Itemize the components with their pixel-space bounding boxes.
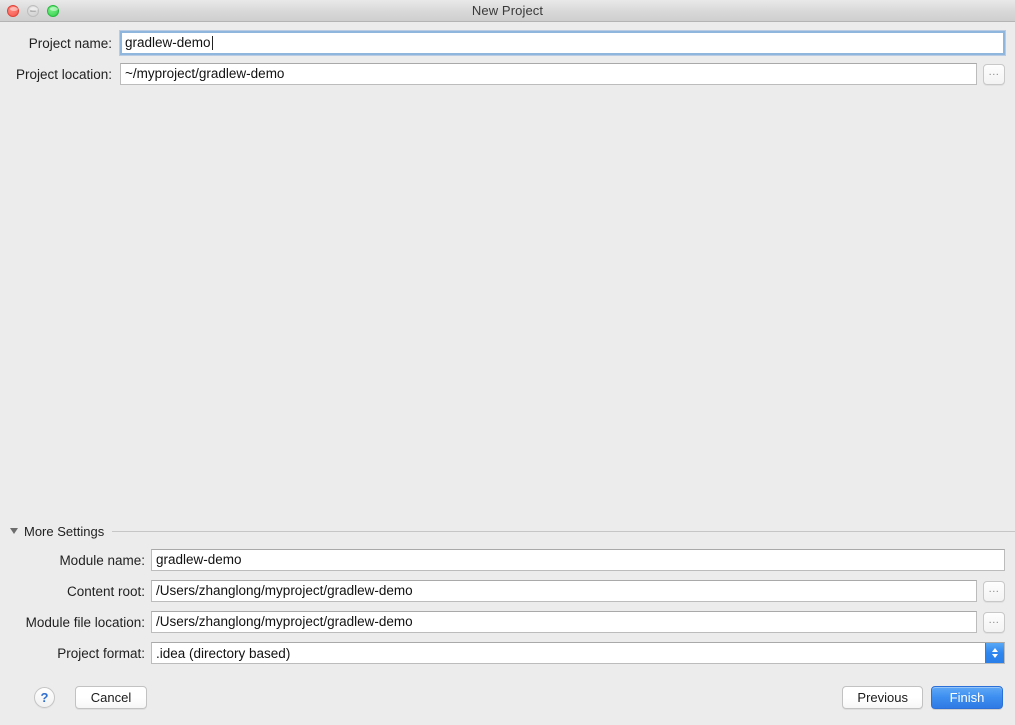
maximize-window-button[interactable]: [47, 4, 59, 17]
module-name-label: Module name:: [59, 552, 145, 568]
dialog-empty-area: [0, 93, 1015, 521]
footer-actions: Previous Finish: [842, 685, 1003, 709]
content-root-label: Content root:: [66, 583, 145, 599]
window-titlebar: New Project: [0, 0, 1015, 22]
module-name-input[interactable]: gradlew-demo: [151, 549, 1005, 571]
updown-chevron-icon: [985, 643, 1004, 663]
content-root-browse-button[interactable]: ...: [983, 580, 1005, 602]
minimize-window-button[interactable]: [27, 4, 39, 17]
module-name-value: gradlew-demo: [156, 552, 242, 567]
primary-form: Project name: gradlew-demo Project locat…: [0, 22, 1015, 93]
project-name-value: gradlew-demo: [125, 35, 211, 50]
project-format-row: Project format: .idea (directory based): [0, 642, 1005, 664]
module-file-location-row: Module file location: /Users/zhanglong/m…: [0, 611, 1005, 633]
window-controls: [7, 0, 59, 21]
chevron-down-icon: [10, 528, 18, 534]
module-file-location-browse-button[interactable]: ...: [983, 611, 1005, 633]
dialog-footer: ? Cancel Previous Finish: [0, 673, 1015, 725]
content-root-row: Content root: /Users/zhanglong/myproject…: [0, 580, 1005, 602]
content-root-value: /Users/zhanglong/myproject/gradlew-demo: [156, 583, 413, 598]
chevron-down-glyph: [992, 654, 998, 658]
text-caret: [211, 36, 213, 50]
new-project-dialog: New Project Project name: gradlew-demo P…: [0, 0, 1015, 725]
previous-button[interactable]: Previous: [842, 685, 923, 709]
chevron-up-glyph: [992, 648, 998, 652]
project-name-row: Project name: gradlew-demo: [10, 31, 1005, 55]
project-location-label: Project location:: [15, 66, 112, 82]
project-location-input[interactable]: ~/myproject/gradlew-demo: [120, 63, 977, 85]
more-settings-toggle[interactable]: More Settings: [0, 521, 1015, 541]
project-name-input[interactable]: gradlew-demo: [120, 31, 1005, 55]
project-location-row: Project location: ~/myproject/gradlew-de…: [10, 63, 1005, 85]
module-name-row: Module name: gradlew-demo: [0, 549, 1005, 571]
module-file-location-label: Module file location:: [25, 614, 145, 630]
window-title: New Project: [471, 2, 544, 18]
content-root-input[interactable]: /Users/zhanglong/myproject/gradlew-demo: [151, 580, 977, 602]
project-location-browse-button[interactable]: ...: [983, 63, 1005, 85]
project-format-select[interactable]: .idea (directory based): [151, 642, 1005, 664]
close-window-button[interactable]: [7, 4, 19, 17]
section-divider: [112, 530, 1015, 532]
cancel-button[interactable]: Cancel: [75, 685, 147, 709]
module-file-location-value: /Users/zhanglong/myproject/gradlew-demo: [156, 614, 413, 629]
more-settings-label: More Settings: [24, 523, 105, 539]
finish-button[interactable]: Finish: [931, 685, 1003, 709]
help-button[interactable]: ?: [34, 686, 55, 708]
project-location-value: ~/myproject/gradlew-demo: [125, 66, 285, 81]
module-file-location-input[interactable]: /Users/zhanglong/myproject/gradlew-demo: [151, 611, 977, 633]
more-settings-form: Module name: gradlew-demo Content root: …: [0, 549, 1015, 673]
project-format-label: Project format:: [57, 645, 145, 661]
project-format-value: .idea (directory based): [156, 645, 291, 661]
project-name-label: Project name:: [28, 35, 112, 51]
